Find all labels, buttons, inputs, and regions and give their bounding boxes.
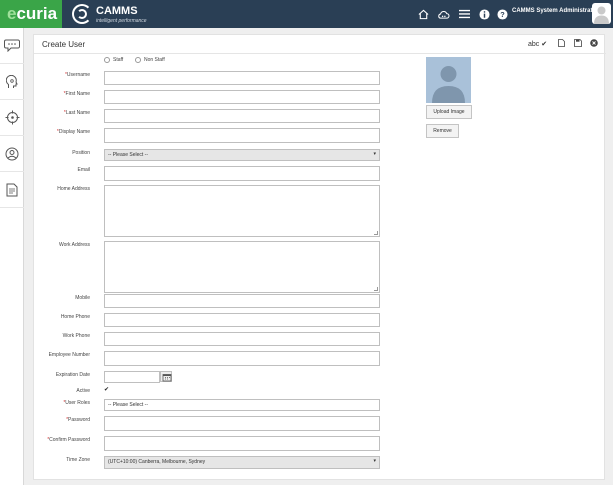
confirm-password-label: *Confirm Password: [47, 437, 90, 443]
time-zone-label: Time Zone: [66, 457, 90, 463]
spell-check-button[interactable]: abc ✔: [528, 40, 547, 48]
user-roles-select-value: -- Please Select --: [108, 402, 149, 408]
staff-radio[interactable]: [104, 57, 110, 63]
save-button[interactable]: [574, 39, 582, 49]
active-checkbox[interactable]: ✔: [104, 387, 110, 393]
username-field[interactable]: [104, 71, 380, 85]
resize-handle-icon[interactable]: [374, 231, 378, 235]
password-field[interactable]: [104, 416, 380, 431]
time-zone-select-value: (UTC+10:00) Canberra, Melbourne, Sydney: [108, 459, 206, 465]
menu-icon[interactable]: [457, 7, 471, 21]
avatar[interactable]: [592, 3, 611, 24]
active-label: Active: [76, 388, 90, 394]
time-zone-select[interactable]: (UTC+10:00) Canberra, Melbourne, Sydney …: [104, 456, 380, 469]
non-staff-radio[interactable]: [135, 57, 141, 63]
home-icon[interactable]: [416, 7, 430, 21]
remove-image-button[interactable]: Remove: [426, 124, 459, 138]
person-silhouette-icon: [426, 57, 471, 103]
header-divider: [34, 53, 606, 54]
home-address-field[interactable]: [104, 185, 380, 237]
home-address-label: Home Address: [57, 186, 90, 192]
home-phone-label: Home Phone: [60, 314, 90, 320]
confirm-password-field[interactable]: [104, 436, 380, 451]
upload-image-button[interactable]: Upload Image: [426, 105, 472, 119]
calendar-icon: [162, 373, 171, 381]
expiration-date-label: Expiration Date: [55, 372, 90, 378]
chevron-down-icon: ▾: [373, 151, 376, 157]
cloud-icon[interactable]: [436, 7, 450, 21]
user-roles-label: *User Roles: [63, 400, 90, 406]
password-label: *Password: [66, 417, 90, 423]
work-phone-field[interactable]: [104, 332, 380, 346]
logo-text: ecuria: [7, 4, 58, 23]
non-staff-radio-label: Non Staff: [144, 57, 165, 63]
mobile-label: Mobile: [75, 295, 90, 301]
first-name-field[interactable]: [104, 90, 380, 104]
camms-logo: CAMMS intelligent performance: [72, 3, 172, 25]
top-bar: ecuria CAMMS intelligent performance ? C…: [0, 0, 613, 28]
display-name-label: *Display Name: [56, 129, 90, 135]
employee-number-label: Employee Number: [48, 352, 90, 358]
camms-tagline: intelligent performance: [96, 18, 147, 24]
display-name-field[interactable]: [104, 128, 380, 143]
page-icon: [558, 39, 565, 47]
user-name[interactable]: CAMMS System Administrator1: [512, 8, 602, 14]
staff-radio-label: Staff: [113, 57, 124, 63]
email-field[interactable]: [104, 166, 380, 181]
last-name-label: *Last Name: [63, 110, 90, 116]
sidebar-item-chat[interactable]: [0, 28, 24, 64]
position-label: Position: [72, 150, 90, 156]
camms-brand-name: CAMMS: [96, 5, 138, 17]
page-title: Create User: [42, 40, 86, 49]
work-phone-label: Work Phone: [62, 333, 90, 339]
work-address-field[interactable]: [104, 241, 380, 293]
first-name-label: *First Name: [63, 91, 90, 97]
chevron-down-icon: ▾: [373, 458, 376, 464]
svg-text:?: ?: [500, 10, 505, 19]
save-icon: [574, 39, 582, 47]
user-roles-select[interactable]: -- Please Select --: [104, 399, 380, 411]
new-page-button[interactable]: [558, 39, 565, 49]
chat-icon: [4, 39, 20, 52]
spell-check-label: abc: [528, 41, 540, 48]
email-label: Email: [77, 167, 90, 173]
info-icon[interactable]: [477, 7, 491, 21]
ecuria-logo[interactable]: ecuria: [0, 0, 62, 28]
profile-photo: [426, 57, 471, 103]
last-name-field[interactable]: [104, 109, 380, 123]
calendar-button[interactable]: [160, 371, 172, 382]
home-phone-field[interactable]: [104, 313, 380, 327]
close-button[interactable]: [590, 39, 598, 49]
mobile-field[interactable]: [104, 294, 380, 308]
position-select[interactable]: -- Please Select -- ▾: [104, 149, 380, 161]
username-label: *Username: [64, 72, 90, 78]
help-icon[interactable]: ?: [495, 7, 509, 21]
checkmark-icon: ✔: [539, 41, 548, 48]
position-select-value: -- Please Select --: [108, 152, 149, 158]
expiration-date-field[interactable]: [104, 371, 160, 383]
work-address-label: Work Address: [58, 242, 90, 248]
close-icon: [590, 39, 598, 47]
employee-number-field[interactable]: [104, 351, 380, 366]
resize-handle-icon[interactable]: [374, 287, 378, 291]
